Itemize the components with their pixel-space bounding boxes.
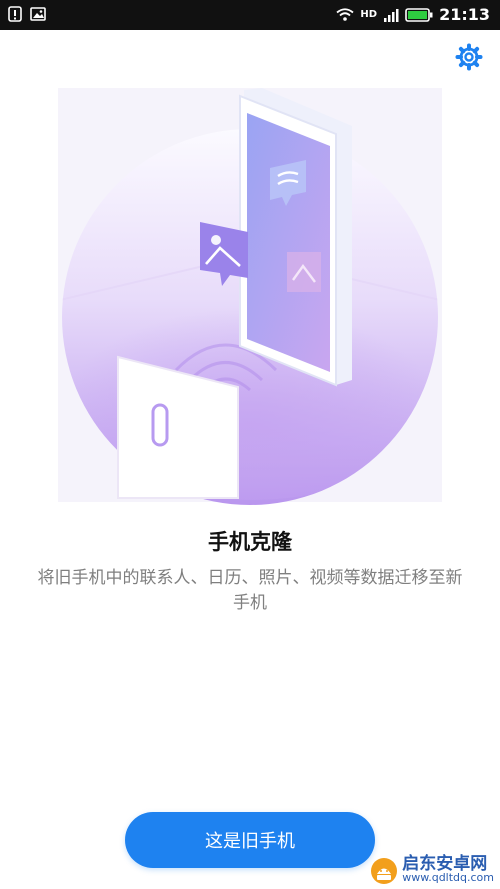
network-type-label: HD [360, 9, 378, 20]
image-icon [30, 7, 46, 21]
settings-button[interactable] [454, 42, 484, 72]
notification-icon [8, 6, 22, 22]
signal-icon [384, 8, 399, 22]
status-right: HD 21:13 [336, 5, 490, 24]
gear-icon [455, 43, 483, 71]
watermark: 启东安卓网 www.qdltdq.com [370, 854, 494, 885]
wifi-icon [336, 7, 354, 21]
status-left [8, 6, 46, 22]
battery-icon [405, 7, 433, 22]
old-phone-button[interactable]: 这是旧手机 [125, 812, 375, 868]
android-logo-icon [371, 858, 398, 884]
page-description: 将旧手机中的联系人、日历、照片、视频等数据迁移至新手机 [37, 568, 463, 613]
watermark-name: 启东安卓网 [402, 854, 488, 874]
phone-clone-illustration [58, 88, 442, 505]
status-bar: HD 21:13 [0, 0, 500, 30]
watermark-url: www.qdltdq.com [402, 871, 494, 884]
watermark-text: 启东安卓网 www.qdltdq.com [402, 854, 494, 885]
new-phone [239, 88, 352, 387]
page-title: 手机克隆 [208, 530, 292, 554]
status-time: 21:13 [439, 5, 490, 24]
